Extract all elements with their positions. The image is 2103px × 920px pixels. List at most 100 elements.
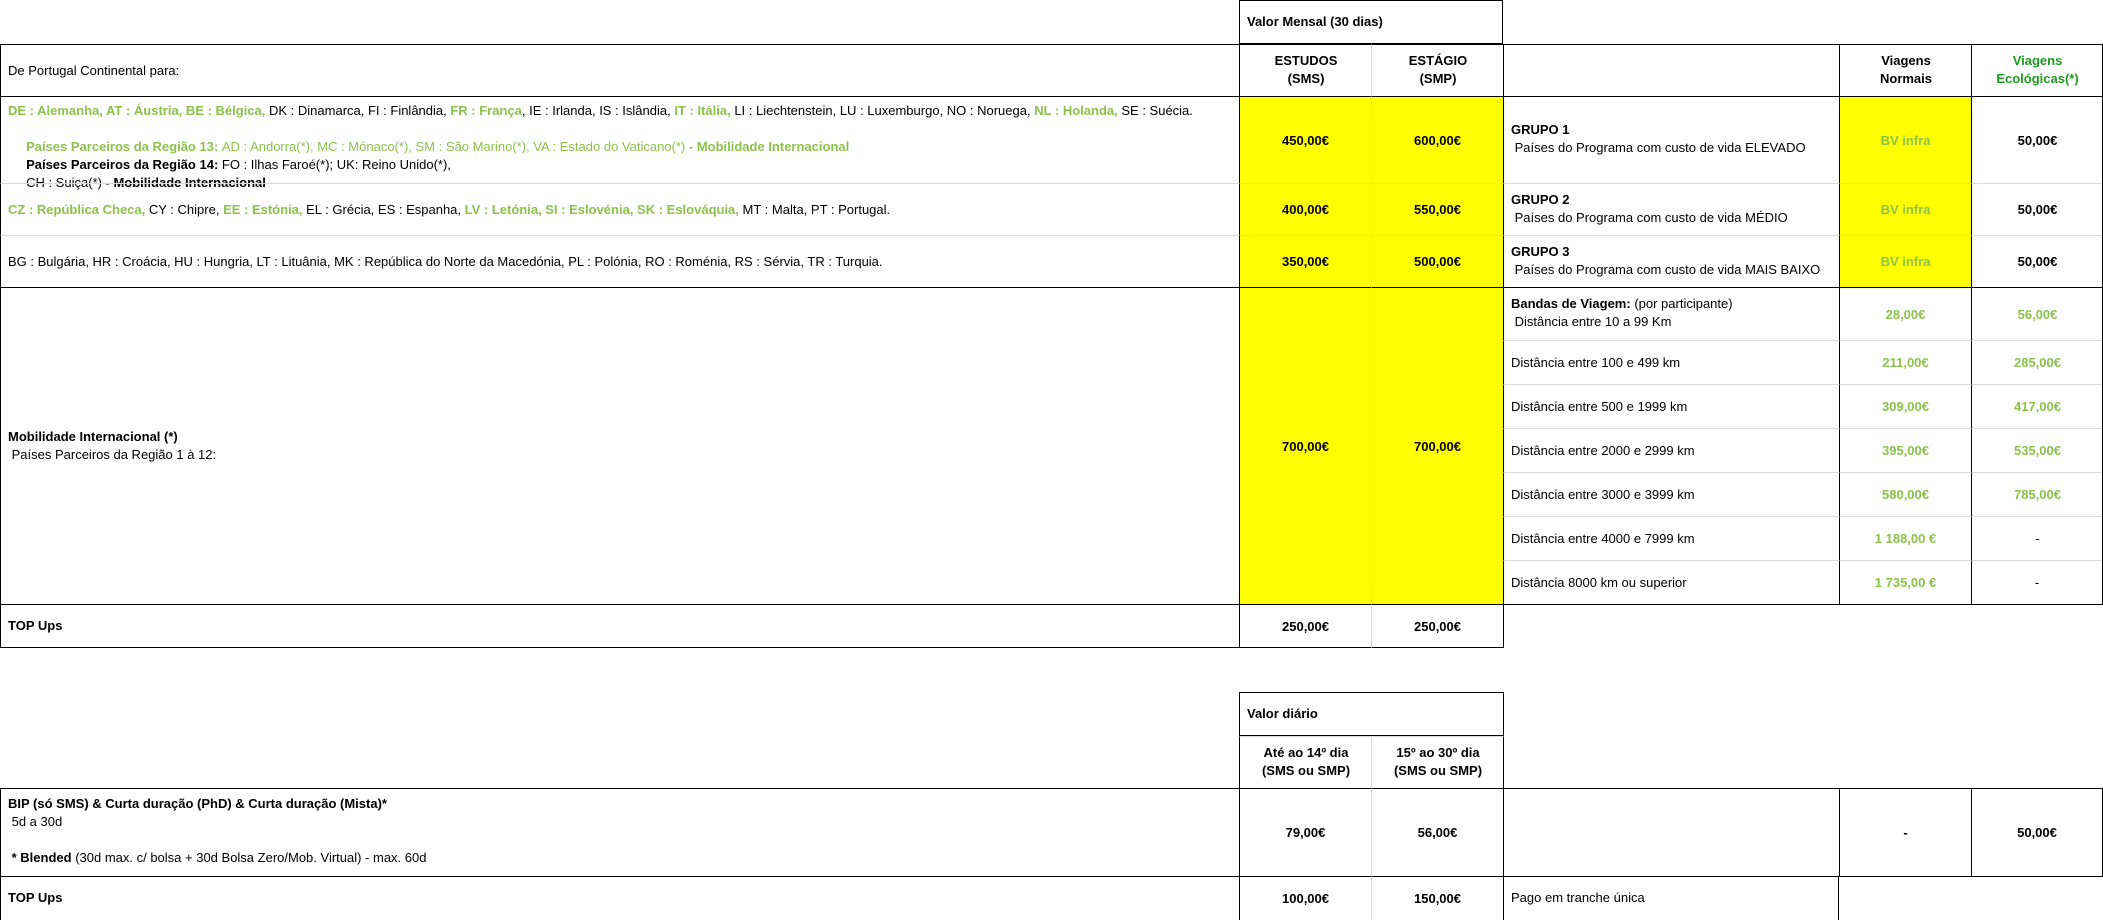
group3-countries-cell: BG : Bulgária, HR : Croácia, HU : Hungri… [0,235,1239,287]
group3-sms-value: 350,00€ [1239,235,1371,287]
col-smp-label: ESTÁGIO (SMP) [1408,53,1468,86]
band-1-eco: 56,00€ [1971,287,2103,340]
daily-topups-label: TOP Ups [8,890,63,905]
blended-label: * Blended [8,850,72,865]
band-4-eco: 535,00€ [1971,428,2103,472]
bip-title: BIP (só SMS) & Curta duração (PhD) & Cur… [8,796,387,811]
bip-eco-value: 50,00€ [1971,788,2103,876]
bip-duration: 5d a 30d [8,814,63,829]
countries-fr: FR : França [450,103,522,118]
band-3-eco: 417,00€ [1971,384,2103,428]
col-until-14-header: Até ao 14º dia (SMS ou SMP) [1239,736,1371,788]
band-2-label: Distância entre 100 e 499 km [1503,340,1839,384]
group2-countries-line: CZ : República Checa, CY : Chipre, EE : … [8,201,890,219]
group2-desc-cell: GRUPO 2 Países do Programa com custo de … [1503,183,1839,235]
daily-value-label: Valor diário [1247,706,1318,721]
band-3-label: Distância entre 500 e 1999 km [1503,384,1839,428]
group3-desc: Países do Programa com custo de vida MAI… [1511,262,1821,277]
from-portugal-header: De Portugal Continental para: [0,44,1239,96]
countries-nl: NL : Holanda, [1034,103,1122,118]
group1-countries-cell: DE : Alemanha, AT : Áustria, BE : Bélgic… [0,96,1239,190]
col-smp-header: ESTÁGIO (SMP) [1371,44,1503,96]
countries-lv-si-sk: LV : Letónia, SI : Eslovénia, SK : Eslov… [464,202,743,217]
col-sms-header: ESTUDOS (SMS) [1239,44,1371,96]
group1-desc-cell: GRUPO 1 Países do Programa com custo de … [1503,96,1839,183]
band-6-normal: 1 188,00 € [1839,516,1971,560]
blended-desc: (30d max. c/ bolsa + 30d Bolsa Zero/Mob.… [71,850,427,865]
countries-de-at-be: DE : Alemanha, AT : Áustria, BE : Bélgic… [8,103,270,118]
group2-smp-value: 550,00€ [1371,183,1503,235]
intl-mobility-title: Mobilidade Internacional (*) [8,429,178,444]
group2-eco-value: 50,00€ [1971,183,2103,235]
monthly-value-label: Valor Mensal (30 dias) [1247,14,1383,29]
bip-15-30-value: 56,00€ [1371,788,1503,876]
bands-title-line: Bandas de Viagem: (por participante) [1511,295,1733,313]
band-6-label: Distância entre 4000 e 7999 km [1503,516,1839,560]
group1-desc: Países do Programa com custo de vida ELE… [1511,140,1806,155]
daily-topups-note-cell: Pago em tranche única [1503,876,1839,920]
band-4-label: Distância entre 2000 e 2999 km [1503,428,1839,472]
region13-intl: - Mobilidade Internacional [685,139,850,154]
topups-smp-value: 250,00€ [1371,604,1504,648]
blended-line: * Blended (30d max. c/ bolsa + 30d Bolsa… [8,849,427,867]
intl-mobility-desc: Países Parceiros da Região 1 à 12: [8,447,217,462]
bip-blank-cell [1503,788,1839,876]
group2-sms-value: 400,00€ [1239,183,1371,235]
daily-topups-a-value: 100,00€ [1239,876,1371,920]
countries-se: SE : Suécia. [1121,103,1193,118]
from-portugal-label: De Portugal Continental para: [8,63,180,78]
band-6-eco: - [1971,516,2103,560]
group2-title: GRUPO 2 [1511,192,1570,207]
group1-sms-value: 450,00€ [1239,96,1371,183]
countries-li-lu-no: LI : Liechtenstein, LU : Luxemburgo, NO … [734,103,1035,118]
bands-note: (por participante) [1630,296,1733,311]
band-5-normal: 580,00€ [1839,472,1971,516]
col-normal-label: Viagens Normais [1879,53,1933,86]
band-2-normal: 211,00€ [1839,340,1971,384]
group3-desc-cell: GRUPO 3 Países do Programa com custo de … [1503,235,1839,287]
col-eco-label: Viagens Ecológicas(*) [1996,53,2079,86]
group3-title: GRUPO 3 [1511,244,1570,259]
group1-normal-value: BV infra [1839,96,1971,183]
group2-desc: Países do Programa com custo de vida MÉD… [1511,210,1788,225]
band-3-normal: 309,00€ [1839,384,1971,428]
group3-normal-value: BV infra [1839,235,1971,287]
group3-countries-line: BG : Bulgária, HR : Croácia, HU : Hungri… [8,254,883,269]
countries-dk-fi: DK : Dinamarca, FI : Finlândia, [269,103,451,118]
bands-bottom-border [1503,604,2103,605]
intl-mobility-cell: Mobilidade Internacional (*) Países Parc… [0,287,1239,604]
countries-ie-is: , IE : Irlanda, IS : Islândia, [521,103,675,118]
band-1-label: Distância entre 10 a 99 Km [1511,314,1672,329]
bip-until-14-value: 79,00€ [1239,788,1371,876]
group2-normal-value: BV infra [1839,183,1971,235]
bands-title: Bandas de Viagem: [1511,296,1631,311]
col-eco-header: Viagens Ecológicas(*) [1971,44,2103,96]
intl-smp-value: 700,00€ [1371,287,1503,604]
col-15-30-header: 15º ao 30º dia (SMS ou SMP) [1371,736,1504,788]
daily-value-header: Valor diário [1239,692,1504,736]
topups-sms-value: 250,00€ [1239,604,1371,648]
bip-bottom-border [1839,876,2103,877]
countries-cz: CZ : República Checa, [8,202,149,217]
daily-topups-b-value: 150,00€ [1371,876,1503,920]
band-5-eco: 785,00€ [1971,472,2103,516]
col-sms-label: ESTUDOS (SMS) [1274,53,1338,86]
band-5-label: Distância entre 3000 e 3999 km [1503,472,1839,516]
col-until-14-label: Até ao 14º dia (SMS ou SMP) [1261,745,1351,778]
countries-it: IT : Itália, [674,103,735,118]
bip-normal-value: - [1839,788,1971,876]
band-1-normal: 28,00€ [1839,287,1971,340]
countries-ee: EE : Estónia, [223,202,307,217]
countries-el-es: EL : Grécia, ES : Espanha, [306,202,465,217]
daily-topups-note: Pago em tranche única [1511,890,1645,905]
group1-countries-line1: DE : Alemanha, AT : Áustria, BE : Bélgic… [8,102,1193,120]
band-7-normal: 1 735,00 € [1839,560,1971,604]
topups-label-cell: TOP Ups [0,604,1239,648]
countries-cy: CY : Chipre, [148,202,224,217]
group3-smp-value: 500,00€ [1371,235,1503,287]
band-2-eco: 285,00€ [1971,340,2103,384]
band-4-normal: 395,00€ [1839,428,1971,472]
band-7-eco: - [1971,560,2103,604]
group1-title: GRUPO 1 [1511,122,1570,137]
intl-sms-value: 700,00€ [1239,287,1371,604]
